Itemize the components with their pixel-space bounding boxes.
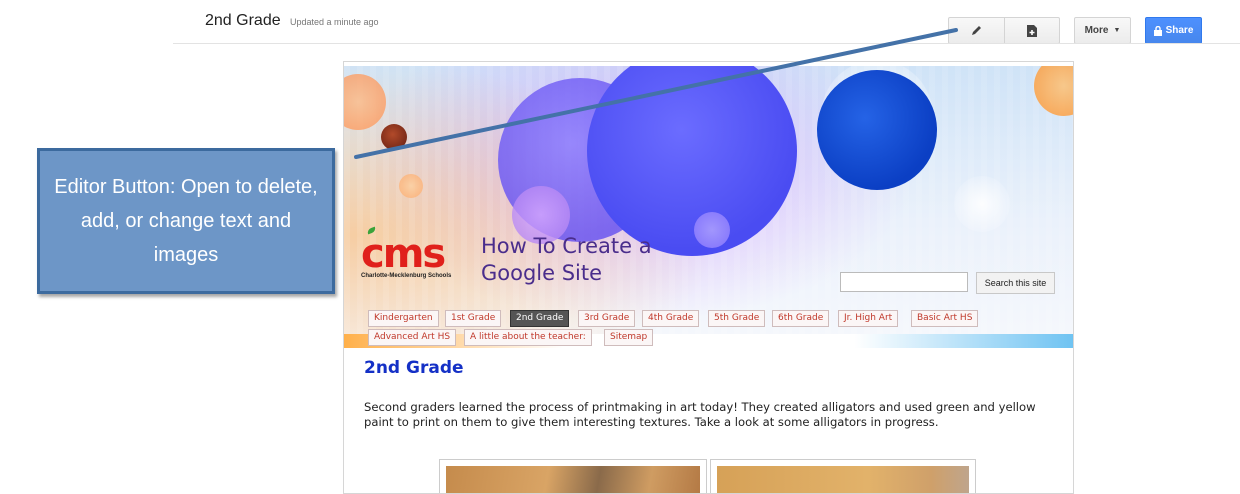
- tab-6th-grade[interactable]: 6th Grade: [772, 310, 830, 327]
- share-label: Share: [1165, 25, 1194, 36]
- alligator-photo-1[interactable]: [439, 459, 707, 493]
- photo-image: [717, 466, 969, 493]
- page-name: 2nd Grade: [205, 12, 281, 29]
- site-banner: cms Charlotte-Mecklenburg Schools How To…: [344, 66, 1073, 348]
- search-site-button[interactable]: Search this site: [976, 272, 1055, 294]
- site-preview: cms Charlotte-Mecklenburg Schools How To…: [343, 61, 1074, 494]
- caret-down-icon: ▼: [1113, 27, 1121, 34]
- new-page-button[interactable]: [1004, 17, 1060, 44]
- pencil-icon: [972, 26, 981, 35]
- edit-page-button[interactable]: [948, 17, 1005, 44]
- editor-button-callout: Editor Button: Open to delete, add, or c…: [37, 148, 335, 294]
- cms-logo: cms Charlotte-Mecklenburg Schools: [361, 226, 484, 282]
- tab-about-teacher[interactable]: A little about the teacher:: [464, 329, 592, 346]
- tab-2nd-grade[interactable]: 2nd Grade: [510, 310, 570, 327]
- tab-1st-grade[interactable]: 1st Grade: [445, 310, 502, 327]
- tab-5th-grade[interactable]: 5th Grade: [708, 310, 766, 327]
- content-title: 2nd Grade: [364, 358, 464, 378]
- tab-3rd-grade[interactable]: 3rd Grade: [578, 310, 636, 327]
- more-label: More: [1084, 25, 1109, 36]
- content-paragraph: Second graders learned the process of pr…: [364, 400, 1036, 429]
- site-title-line1: How To Create a: [481, 234, 652, 258]
- tab-4th-grade[interactable]: 4th Grade: [642, 310, 700, 327]
- banner-bubble: [817, 70, 937, 190]
- photo-image: [446, 466, 700, 493]
- new-page-icon: [1027, 24, 1037, 37]
- banner-bubble: [694, 212, 730, 248]
- tab-sitemap[interactable]: Sitemap: [604, 329, 654, 346]
- share-button[interactable]: Share: [1145, 17, 1202, 44]
- cms-logo-text: cms: [361, 231, 446, 277]
- banner-bubble: [381, 124, 407, 150]
- site-title-line2: Google Site: [481, 261, 603, 285]
- tab-jr-high-art[interactable]: Jr. High Art: [838, 310, 899, 327]
- site-title: How To Create a Google Site: [481, 233, 652, 287]
- tab-advanced-art-hs[interactable]: Advanced Art HS: [368, 329, 457, 346]
- sites-toolbar: 2nd Grade Updated a minute ago More ▼ Sh…: [0, 0, 1240, 44]
- alligator-photo-2[interactable]: [710, 459, 976, 493]
- toolbar-divider: [173, 43, 1240, 44]
- banner-bubble: [954, 176, 1010, 232]
- tab-basic-art-hs[interactable]: Basic Art HS: [911, 310, 979, 327]
- banner-bubble: [399, 174, 423, 198]
- tab-kindergarten[interactable]: Kindergarten: [368, 310, 439, 327]
- lock-icon: [1153, 25, 1162, 36]
- cms-logo-subtitle: Charlotte-Mecklenburg Schools: [361, 273, 452, 279]
- site-search-input[interactable]: [840, 272, 968, 292]
- more-button[interactable]: More ▼: [1074, 17, 1131, 44]
- updated-status: Updated a minute ago: [290, 17, 379, 27]
